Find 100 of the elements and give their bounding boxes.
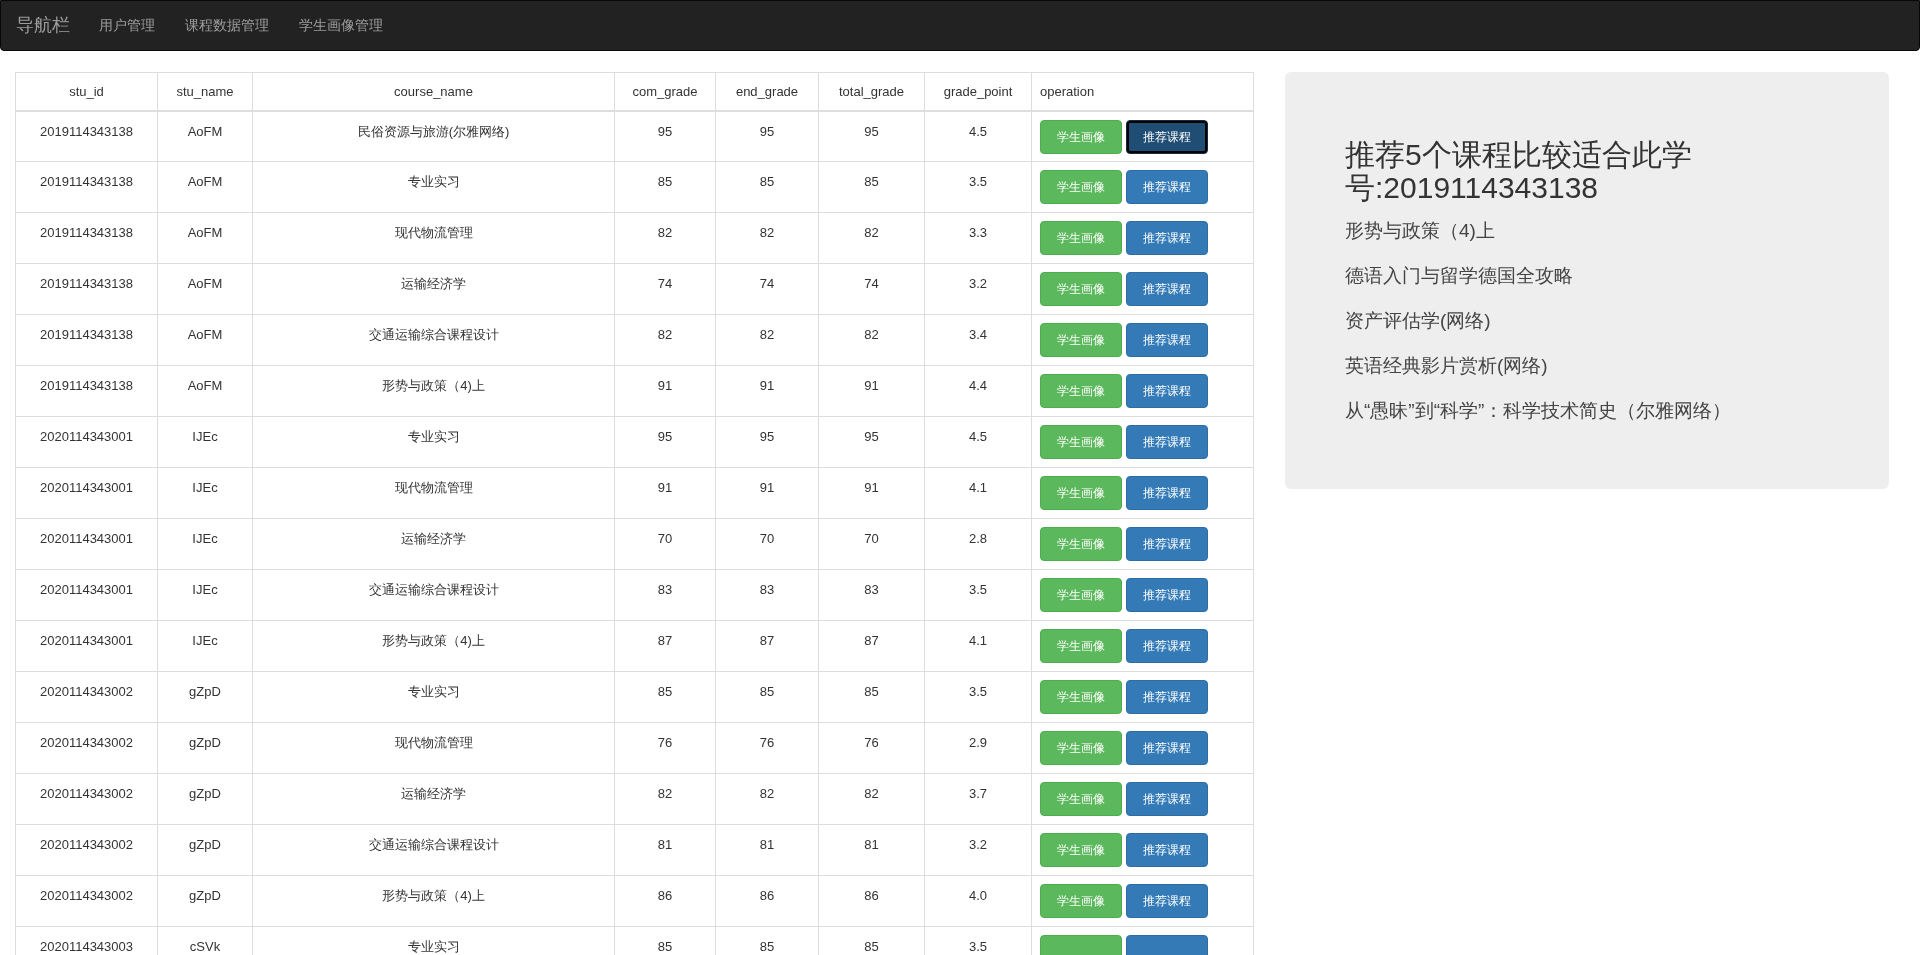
column-header: total_grade [818, 72, 925, 111]
table-cell: 3.4 [924, 314, 1032, 366]
recommend-button[interactable]: 推荐课程 [1126, 221, 1208, 255]
profile-button[interactable]: 学生画像 [1040, 272, 1122, 306]
table-cell: 2019114343138 [15, 212, 158, 264]
table-cell: 2020114343003 [15, 926, 158, 955]
recommend-button[interactable]: 推荐课程 [1126, 782, 1208, 816]
nav-link[interactable]: 课程数据管理 [170, 15, 284, 36]
table-cell: 4.4 [924, 365, 1032, 417]
recommend-button[interactable]: 推荐课程 [1126, 425, 1208, 459]
recommend-button[interactable]: 推荐课程 [1126, 578, 1208, 612]
table-cell: 现代物流管理 [252, 722, 615, 774]
profile-button[interactable]: 学生画像 [1040, 833, 1122, 867]
table-cell: IJEc [157, 416, 253, 468]
recommend-button[interactable]: 推荐课程 [1126, 680, 1208, 714]
recommend-button[interactable]: 推荐课程 [1126, 629, 1208, 663]
profile-button[interactable]: 学生画像 [1040, 425, 1122, 459]
recommend-button[interactable]: 推荐课程 [1126, 731, 1208, 765]
table-cell: 82 [614, 314, 716, 366]
navbar-brand[interactable]: 导航栏 [16, 12, 70, 39]
table-cell: AoFM [157, 263, 253, 315]
table-cell: 82 [818, 314, 925, 366]
table-cell: 3.5 [924, 161, 1032, 213]
recommend-button[interactable]: 推荐课程 [1126, 272, 1208, 306]
table-cell: 86 [715, 875, 819, 927]
table-cell: 交通运输综合课程设计 [252, 569, 615, 621]
column-header: com_grade [614, 72, 716, 111]
table-cell: 85 [715, 671, 819, 723]
table-cell: gZpD [157, 824, 253, 876]
table-cell: 2020114343001 [15, 467, 158, 519]
nav-link[interactable]: 用户管理 [84, 15, 170, 36]
column-header: course_name [252, 72, 615, 111]
table-cell: 形势与政策（4)上 [252, 365, 615, 417]
table-cell: 87 [818, 620, 925, 672]
table-cell: 2019114343138 [15, 263, 158, 315]
table-cell: gZpD [157, 773, 253, 825]
table-cell: AoFM [157, 212, 253, 264]
recommendation-title: 推荐5个课程比较适合此学号:2019114343138 [1345, 138, 1693, 204]
column-header: end_grade [715, 72, 819, 111]
table-cell: 82 [715, 314, 819, 366]
table-cell: AoFM [157, 110, 253, 162]
profile-button[interactable]: 学生画像 [1040, 476, 1122, 510]
table-cell: 95 [818, 110, 925, 162]
profile-button[interactable]: 学生画像 [1040, 527, 1122, 561]
table-cell: 81 [614, 824, 716, 876]
recommend-button[interactable]: 推荐课程 [1126, 884, 1208, 918]
profile-button[interactable]: 学生画像 [1040, 884, 1122, 918]
recommend-button[interactable]: 推荐课程 [1126, 833, 1208, 867]
table-cell: 2.8 [924, 518, 1032, 570]
table-cell: 83 [818, 569, 925, 621]
profile-button[interactable]: 学生画像 [1040, 629, 1122, 663]
table-cell: 95 [818, 416, 925, 468]
recommend-button[interactable]: 推荐课程 [1126, 527, 1208, 561]
table-cell: 2020114343002 [15, 671, 158, 723]
table-cell: 82 [614, 773, 716, 825]
table-cell: gZpD [157, 875, 253, 927]
profile-button[interactable]: 学生画像 [1040, 374, 1122, 408]
recommended-course: 资产评估学(网络) [1345, 309, 1492, 333]
profile-button[interactable]: 学生画像 [1040, 323, 1122, 357]
table-cell: 74 [818, 263, 925, 315]
column-header: stu_name [157, 72, 253, 111]
table-cell: 85 [614, 671, 716, 723]
table-cell: 83 [614, 569, 716, 621]
table-cell: 81 [715, 824, 819, 876]
table-cell: 85 [614, 161, 716, 213]
profile-button[interactable]: 学生画像 [1040, 680, 1122, 714]
recommend-button[interactable]: 推荐课程 [1126, 323, 1208, 357]
table-cell: IJEc [157, 518, 253, 570]
table-cell: 2020114343001 [15, 416, 158, 468]
profile-button[interactable]: 学生画像 [1040, 731, 1122, 765]
table-cell: 运输经济学 [252, 518, 615, 570]
table-cell: 3.5 [924, 671, 1032, 723]
table-cell: 82 [818, 212, 925, 264]
table-cell: 3.2 [924, 263, 1032, 315]
recommend-button[interactable]: 推荐课程 [1126, 374, 1208, 408]
table-cell: 85 [818, 161, 925, 213]
profile-button[interactable]: 学生画像 [1040, 578, 1122, 612]
table-cell: 2020114343002 [15, 875, 158, 927]
table-cell: 2.9 [924, 722, 1032, 774]
table-cell: 91 [614, 467, 716, 519]
profile-button[interactable]: 学生画像 [1040, 782, 1122, 816]
table-cell: 2020114343001 [15, 620, 158, 672]
table-cell: 85 [818, 671, 925, 723]
table-cell: 现代物流管理 [252, 212, 615, 264]
nav-link[interactable]: 学生画像管理 [284, 15, 398, 36]
table-cell: 95 [614, 416, 716, 468]
table-cell: 91 [614, 365, 716, 417]
recommend-button[interactable]: 推荐课程 [1126, 119, 1208, 154]
profile-button[interactable]: 学生画像 [1040, 119, 1122, 154]
recommend-button[interactable]: 推荐课程 [1126, 476, 1208, 510]
profile-button[interactable]: 学生画像 [1040, 170, 1122, 204]
profile-button[interactable]: 学生画像 [1040, 221, 1122, 255]
recommend-button[interactable]: 推荐课程 [1126, 170, 1208, 204]
table-cell: 91 [715, 467, 819, 519]
table-cell: 专业实习 [252, 161, 615, 213]
table-cell: 76 [614, 722, 716, 774]
table-cell: 2020114343001 [15, 569, 158, 621]
table-cell: 82 [715, 212, 819, 264]
table-cell: 2019114343138 [15, 161, 158, 213]
table-cell: 交通运输综合课程设计 [252, 314, 615, 366]
